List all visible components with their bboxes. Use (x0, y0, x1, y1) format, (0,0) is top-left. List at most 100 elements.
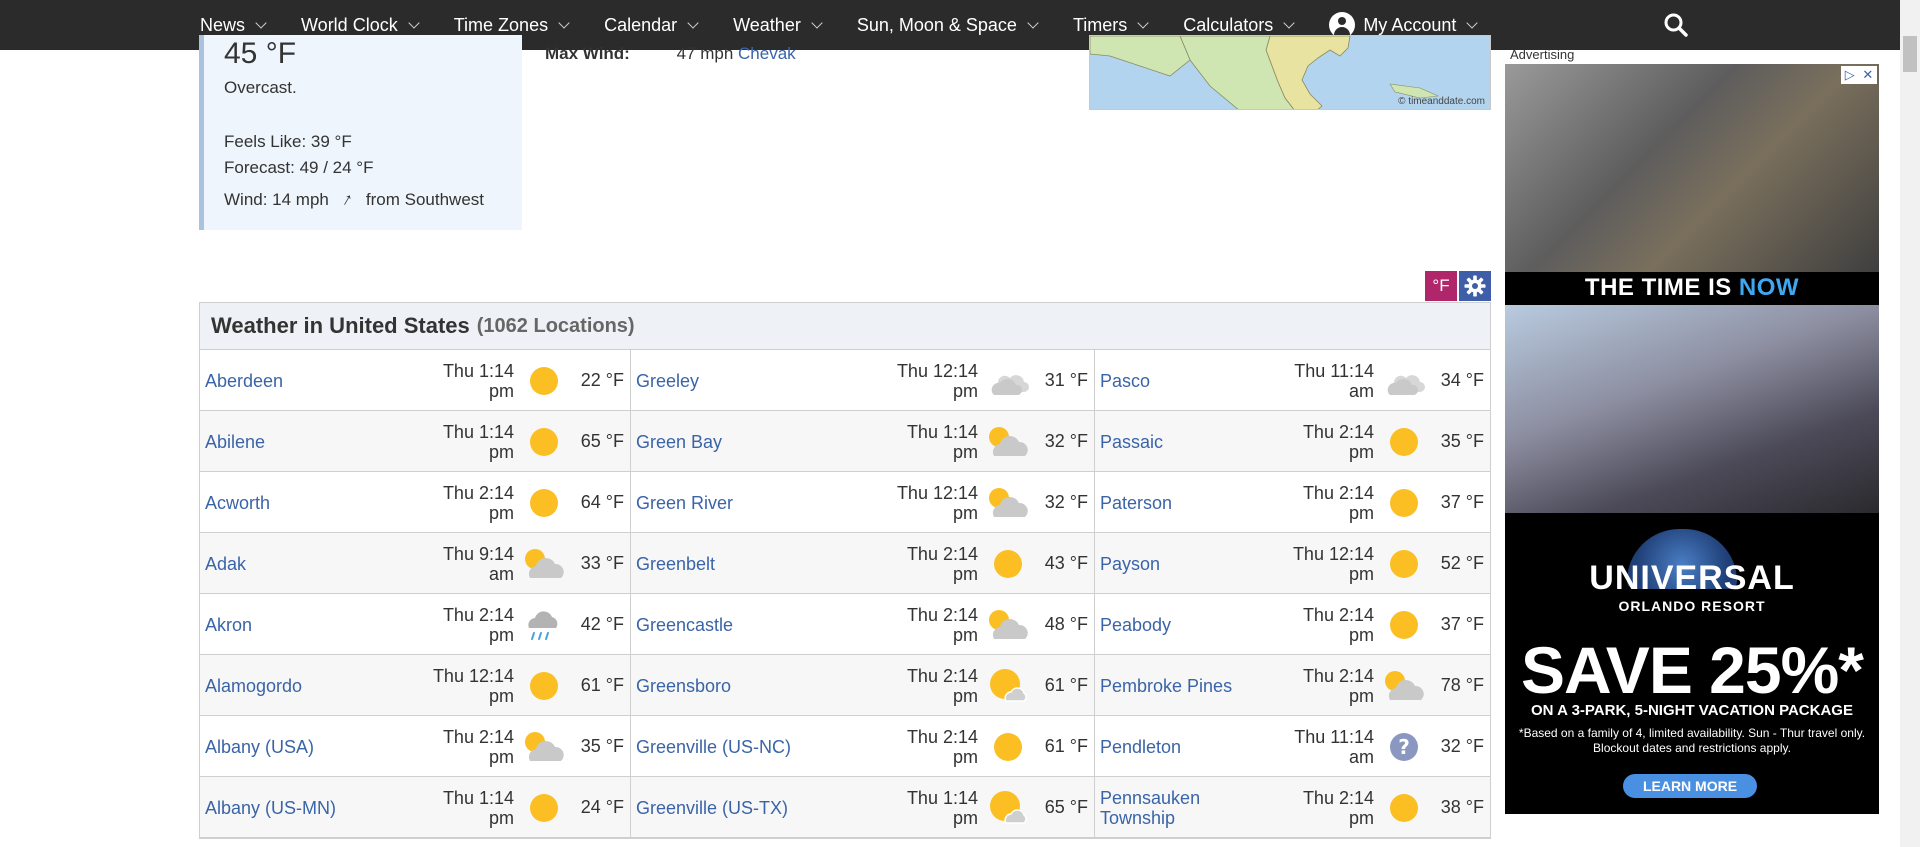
sunny-icon (984, 540, 1032, 588)
ad-image-middle (1505, 305, 1879, 513)
location-cell: Greensboro Thu 2:14 pm 61 °F (631, 655, 1095, 716)
nav-item-calendar[interactable]: Calendar (604, 15, 699, 36)
search-icon[interactable] (1663, 12, 1689, 38)
city-link[interactable]: Adak (200, 554, 404, 574)
nav-item-news[interactable]: News (200, 15, 267, 36)
current-weather-panel: 45 °F Overcast. Feels Like: 39 °F Foreca… (199, 35, 522, 230)
local-time-day: Thu 1:14 (442, 787, 514, 808)
city-link[interactable]: Alamogordo (200, 676, 404, 696)
ad-label: Advertising (1510, 47, 1575, 62)
wind-speed: Wind: 14 mph (224, 189, 329, 209)
local-time-day: Thu 12:14 (896, 360, 978, 381)
advertisement[interactable]: ▷ ✕ THE TIME IS NOW UNIVERSAL ORLANDO RES… (1505, 64, 1879, 814)
table-header: Weather in United States (1062 Locations… (200, 303, 1490, 350)
city-link[interactable]: Pendleton (1095, 737, 1264, 757)
city-link[interactable]: Green River (631, 493, 868, 513)
close-icon[interactable]: ✕ (1862, 67, 1873, 83)
location-cell: Pasco Thu 11:14 am 34 °F (1095, 350, 1490, 411)
ad-fine-line: Blockout dates and restrictions apply. (1593, 741, 1791, 755)
local-time-day: Thu 9:14 (442, 543, 514, 564)
local-time: Thu 1:14 pm (868, 788, 978, 828)
ad-close-controls[interactable]: ▷ ✕ (1841, 66, 1877, 84)
location-cell: Greenbelt Thu 2:14 pm 43 °F (631, 533, 1095, 594)
chevron-down-icon (811, 16, 823, 29)
settings-button[interactable] (1459, 271, 1491, 301)
city-link[interactable]: Abilene (200, 432, 404, 452)
table-row: Abilene Thu 1:14 pm 65 °F Green Bay Thu 1:14 p… (200, 411, 1490, 472)
nav-item-time-zones[interactable]: Time Zones (454, 15, 570, 36)
city-link[interactable]: Paterson (1095, 493, 1264, 513)
local-time-day: Thu 2:14 (442, 604, 514, 625)
scrollbar-thumb[interactable] (1903, 36, 1917, 72)
temperature: 32 °F (1044, 492, 1088, 512)
city-link[interactable]: Greencastle (631, 615, 868, 635)
local-time-day: Thu 2:14 (1302, 665, 1374, 686)
temperature: 61 °F (580, 675, 624, 695)
location-cell: Peabody Thu 2:14 pm 37 °F (1095, 594, 1490, 655)
local-time-day: Thu 2:14 (1302, 482, 1374, 503)
scrollbar-track[interactable] (1900, 0, 1920, 847)
city-link[interactable]: Pennsauken Township (1095, 788, 1264, 828)
location-cell: Albany (USA) Thu 2:14 pm 35 °F (200, 716, 631, 777)
city-link[interactable]: Pembroke Pines (1095, 676, 1264, 696)
city-link[interactable]: Passaic (1095, 432, 1264, 452)
chevron-down-icon (1466, 16, 1479, 29)
table-row: Adak Thu 9:14 am 33 °F Greenbelt Thu 2:14 pm 43… (200, 533, 1490, 594)
cloudy-icon (1380, 357, 1428, 405)
city-link[interactable]: Greenville (US-TX) (631, 798, 868, 818)
location-cell: Albany (US-MN) Thu 1:14 pm 24 °F (200, 777, 631, 838)
local-time-day: Thu 2:14 (1302, 421, 1374, 442)
nav-label: My Account (1363, 14, 1457, 35)
city-link[interactable]: Peabody (1095, 615, 1264, 635)
local-time: Thu 2:14 pm (404, 483, 514, 523)
city-link[interactable]: Albany (US-MN) (200, 798, 404, 818)
city-link[interactable]: Green Bay (631, 432, 868, 452)
weather-map[interactable]: © timeanddate.com (1089, 35, 1491, 110)
city-link[interactable]: Albany (USA) (200, 737, 404, 757)
location-cell: Pembroke Pines Thu 2:14 pm 78 °F (1095, 655, 1490, 716)
temperature: 32 °F (1044, 431, 1088, 451)
ad-headline: SAVE 25%* (1521, 633, 1864, 707)
local-time-ampm: pm (488, 441, 514, 462)
nav-item-weather[interactable]: Weather (733, 15, 823, 36)
city-link[interactable]: Payson (1095, 554, 1264, 574)
temperature: 35 °F (1440, 431, 1484, 451)
nav-item-timers[interactable]: Timers (1073, 15, 1149, 36)
local-time: Thu 2:14 pm (1264, 422, 1374, 462)
local-time: Thu 2:14 pm (404, 727, 514, 767)
local-time-day: Thu 1:14 (906, 421, 978, 442)
temperature: 34 °F (1440, 370, 1484, 390)
temperature: 33 °F (580, 553, 624, 573)
ad-brand-sub: ORLANDO RESORT (1618, 598, 1766, 614)
nav-item-world-clock[interactable]: World Clock (301, 15, 420, 36)
temperature-unit-button[interactable]: °F (1425, 271, 1457, 301)
local-time-ampm: pm (1348, 441, 1374, 462)
local-time-day: Thu 12:14 (1292, 543, 1374, 564)
chevron-down-icon (558, 16, 570, 29)
location-cell: Adak Thu 9:14 am 33 °F (200, 533, 631, 594)
max-wind-location-link[interactable]: Chevak (738, 44, 796, 63)
city-link[interactable]: Acworth (200, 493, 404, 513)
ad-choices-icon[interactable]: ▷ (1845, 67, 1855, 83)
ad-learn-more-button[interactable]: LEARN MORE (1623, 774, 1757, 798)
city-link[interactable]: Greensboro (631, 676, 868, 696)
nav-item-sun-moon-space[interactable]: Sun, Moon & Space (857, 15, 1039, 36)
city-link[interactable]: Akron (200, 615, 404, 635)
city-link[interactable]: Greeley (631, 371, 868, 391)
temperature: 65 °F (1044, 797, 1088, 817)
city-link[interactable]: Greenbelt (631, 554, 868, 574)
sunny-icon (1380, 601, 1428, 649)
local-time-ampm: pm (488, 380, 514, 401)
city-link[interactable]: Pasco (1095, 371, 1264, 391)
nav-item-calculators[interactable]: Calculators (1183, 15, 1295, 36)
local-time-ampm: pm (1348, 685, 1374, 706)
city-link[interactable]: Greenville (US-NC) (631, 737, 868, 757)
location-cell: Aberdeen Thu 1:14 pm 22 °F (200, 350, 631, 411)
local-time-day: Thu 2:14 (442, 482, 514, 503)
city-link[interactable]: Aberdeen (200, 371, 404, 391)
local-time-ampm: pm (1348, 807, 1374, 828)
partly-cloudy-icon (1380, 662, 1428, 710)
local-time-day: Thu 12:14 (896, 482, 978, 503)
location-cell: Passaic Thu 2:14 pm 35 °F (1095, 411, 1490, 472)
partly-cloudy-icon (984, 479, 1032, 527)
